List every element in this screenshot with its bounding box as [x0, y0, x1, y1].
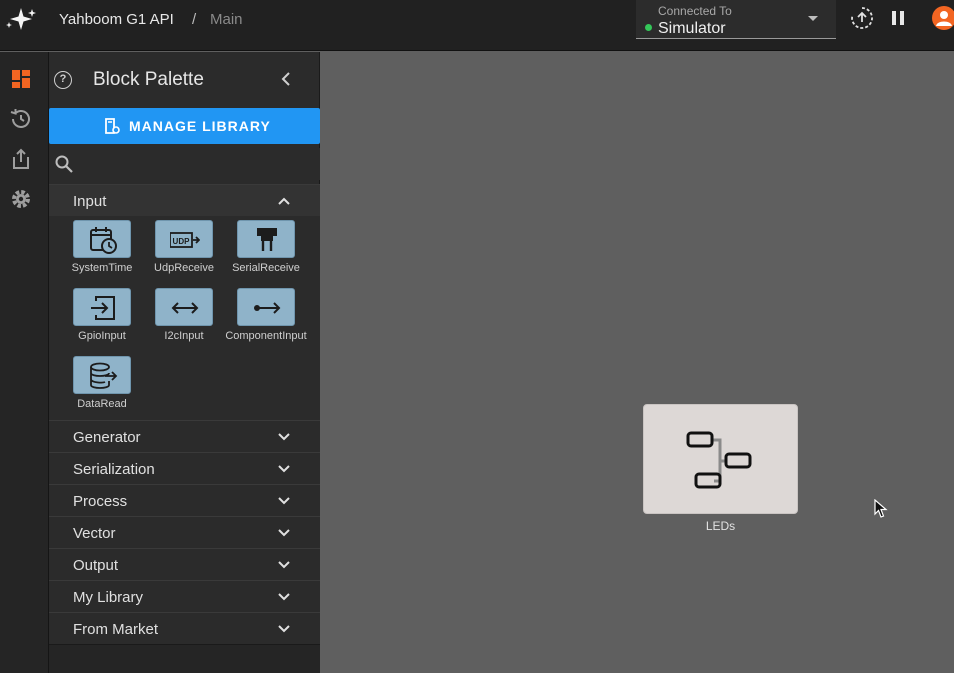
- block-tile: [155, 288, 213, 326]
- section-vector[interactable]: Vector: [49, 516, 320, 548]
- top-bar: Yahboom G1 API / Main Connected To Simul…: [0, 0, 954, 51]
- section-label: Output: [73, 557, 119, 574]
- logo-icon[interactable]: [3, 6, 39, 32]
- chevron-down-icon: [278, 433, 290, 441]
- block-tile: [73, 220, 131, 258]
- section-process[interactable]: Process: [49, 484, 320, 516]
- connector-arrow-icon: [254, 302, 281, 314]
- block-label: DataRead: [77, 398, 127, 410]
- component-graph-icon: [686, 431, 752, 489]
- block-label: I2cInput: [164, 330, 204, 342]
- section-label: From Market: [73, 621, 159, 638]
- palette-footer: [49, 644, 320, 673]
- block-componentinput[interactable]: ComponentInput: [225, 288, 307, 352]
- block-tile: UDP: [155, 220, 213, 258]
- mouse-cursor-icon: [874, 499, 888, 518]
- help-icon[interactable]: ?: [54, 71, 72, 89]
- database-read-icon: [90, 362, 118, 389]
- chevron-down-icon: [278, 465, 290, 473]
- section-from-market[interactable]: From Market: [49, 612, 320, 644]
- block-label: GpioInput: [78, 330, 126, 342]
- block-i2cinput[interactable]: I2cInput: [143, 288, 225, 352]
- connection-status-dot: [645, 24, 652, 31]
- udp-icon: UDP: [170, 232, 200, 248]
- block-tile: [73, 356, 131, 394]
- export-icon[interactable]: [9, 147, 33, 171]
- pause-icon[interactable]: [886, 6, 910, 30]
- chevron-left-icon[interactable]: [278, 70, 296, 88]
- manage-library-button[interactable]: MANAGE LIBRARY: [49, 108, 320, 144]
- chevron-down-icon: [278, 561, 290, 569]
- history-icon[interactable]: [9, 107, 33, 131]
- block-palette: ? Block Palette MANAGE LIBRARY Input Sys…: [49, 52, 320, 673]
- chevron-down-icon: [278, 529, 290, 537]
- chevron-up-icon: [278, 197, 290, 205]
- block-tile: [73, 288, 131, 326]
- canvas-node-leds[interactable]: [643, 404, 798, 514]
- section-serialization[interactable]: Serialization: [49, 452, 320, 484]
- section-label: Vector: [73, 525, 116, 542]
- palette-search: [49, 148, 320, 180]
- breadcrumb-project[interactable]: Yahboom G1 API: [59, 11, 174, 28]
- serial-plug-icon: [257, 228, 277, 251]
- left-rail: [0, 52, 49, 673]
- block-label: SystemTime: [71, 262, 133, 274]
- dashboard-icon[interactable]: [9, 67, 33, 91]
- section-label: Process: [73, 493, 128, 510]
- block-label: UdpReceive: [154, 262, 214, 274]
- section-label: Input: [73, 193, 107, 210]
- breadcrumb-page[interactable]: Main: [210, 11, 243, 28]
- chevron-down-icon: [278, 497, 290, 505]
- block-udpreceive[interactable]: UDP UdpReceive: [143, 220, 225, 284]
- connection-select[interactable]: Connected To Simulator: [636, 0, 836, 39]
- connection-value: Simulator: [658, 20, 726, 37]
- chevron-down-icon: [278, 625, 290, 633]
- block-label: SerialReceive: [232, 262, 300, 274]
- search-input[interactable]: [79, 152, 309, 176]
- manage-library-label: MANAGE LIBRARY: [129, 118, 271, 134]
- block-systemtime[interactable]: SystemTime: [61, 220, 143, 284]
- block-label: ComponentInput: [225, 330, 307, 342]
- user-avatar-icon[interactable]: [932, 6, 954, 30]
- block-tile: [237, 288, 295, 326]
- bidirectional-arrow-icon: [171, 302, 199, 314]
- calendar-clock-icon: [90, 227, 117, 254]
- section-output[interactable]: Output: [49, 548, 320, 580]
- settings-icon[interactable]: [9, 187, 33, 211]
- input-block-grid: SystemTime UDP UdpReceive SerialReceive …: [49, 216, 320, 420]
- section-input[interactable]: Input: [49, 184, 320, 216]
- block-serialreceive[interactable]: SerialReceive: [225, 220, 307, 284]
- section-generator[interactable]: Generator: [49, 420, 320, 452]
- search-icon: [55, 155, 73, 173]
- breadcrumb-separator: /: [192, 11, 197, 28]
- udp-icon-text: UDP: [173, 237, 191, 246]
- block-gpioinput[interactable]: GpioInput: [61, 288, 143, 352]
- caret-down-icon: [808, 16, 818, 21]
- connection-label: Connected To: [658, 4, 732, 18]
- library-icon: [105, 118, 120, 134]
- block-dataread[interactable]: DataRead: [61, 356, 143, 420]
- section-label: My Library: [73, 589, 144, 606]
- section-my-library[interactable]: My Library: [49, 580, 320, 612]
- app-window: Yahboom G1 API / Main Connected To Simul…: [0, 0, 954, 673]
- deploy-icon[interactable]: [850, 6, 874, 30]
- section-label: Generator: [73, 429, 141, 446]
- block-tile: [237, 220, 295, 258]
- section-label: Serialization: [73, 461, 155, 478]
- palette-title: Block Palette: [93, 69, 204, 90]
- gpio-input-icon: [91, 296, 115, 320]
- canvas-node-label: LEDs: [705, 519, 736, 533]
- chevron-down-icon: [278, 593, 290, 601]
